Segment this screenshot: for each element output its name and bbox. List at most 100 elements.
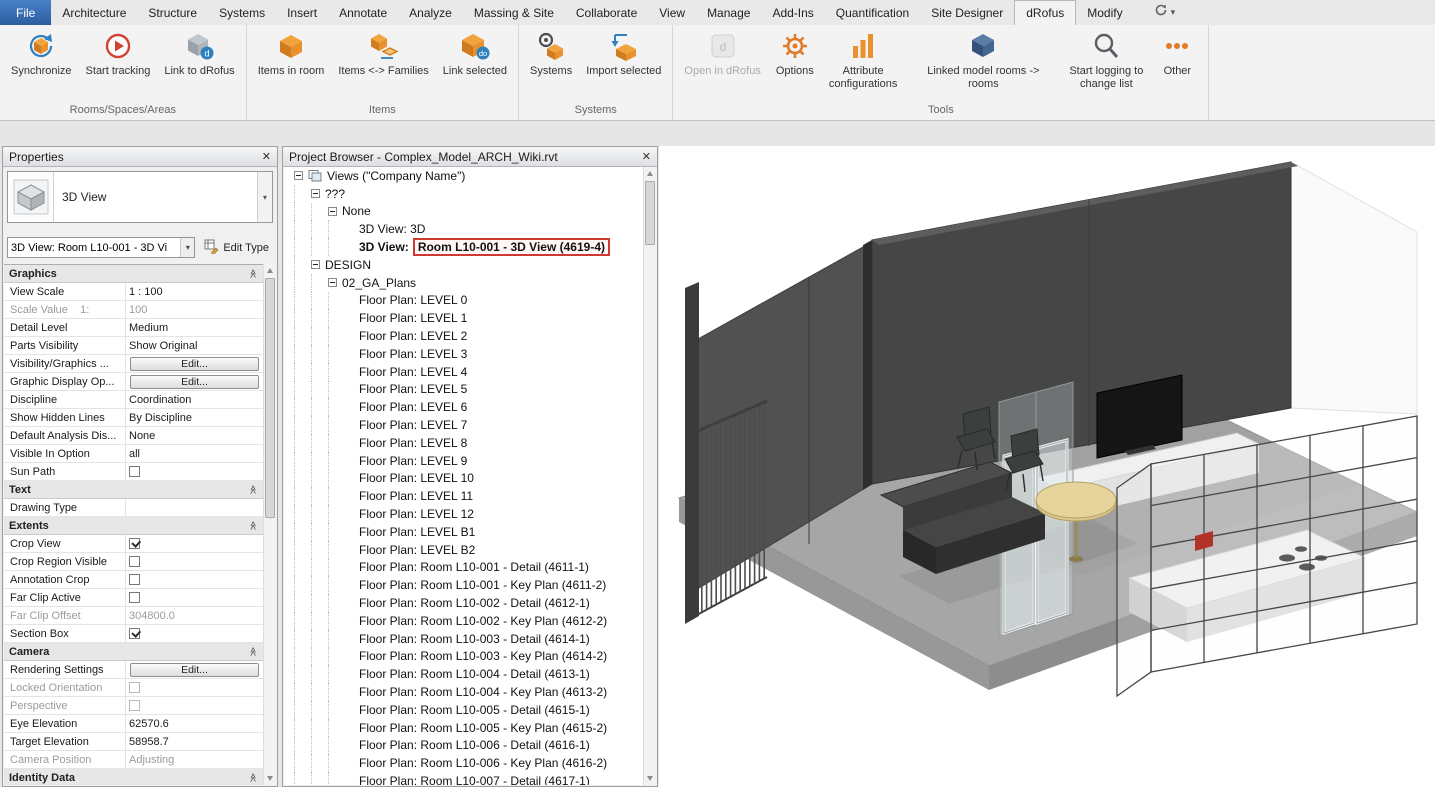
items-families-button[interactable]: Items <-> Families: [331, 28, 435, 80]
start-tracking-button[interactable]: Start tracking: [79, 28, 158, 80]
property-value[interactable]: [126, 499, 263, 516]
ribbon-tab-structure[interactable]: Structure: [137, 0, 208, 25]
start-logging-to-change-list-button[interactable]: Start logging to change list: [1062, 28, 1150, 92]
property-value[interactable]: Show Original: [126, 337, 263, 354]
link-selected-button[interactable]: doLink selected: [436, 28, 514, 80]
scroll-down-arrow[interactable]: [644, 772, 656, 785]
other-button[interactable]: Other: [1150, 28, 1204, 80]
tree-item-design[interactable]: DESIGN: [284, 256, 643, 274]
tree-item-floor-plan-level-10[interactable]: Floor Plan: LEVEL 10: [284, 470, 643, 488]
type-selector-dropdown[interactable]: ▾: [257, 172, 272, 222]
crop-region-visible-checkbox[interactable]: [129, 556, 140, 567]
sun-path-checkbox[interactable]: [129, 466, 140, 477]
tree-item-floor-plan-room-l10-004-detail-4613-1[interactable]: Floor Plan: Room L10-004 - Detail (4613-…: [284, 665, 643, 683]
tree-item-floor-plan-level-8[interactable]: Floor Plan: LEVEL 8: [284, 434, 643, 452]
tree-item-floor-plan-room-l10-004-key-plan-4613-2[interactable]: Floor Plan: Room L10-004 - Key Plan (461…: [284, 683, 643, 701]
property-section-camera[interactable]: Camera≫: [4, 643, 263, 661]
close-icon[interactable]: ✕: [642, 150, 651, 163]
import-selected-button[interactable]: Import selected: [579, 28, 668, 80]
section-box-checkbox[interactable]: [129, 628, 140, 639]
tree-item-02-ga-plans[interactable]: 02_GA_Plans: [284, 274, 643, 292]
tree-item-floor-plan-level-6[interactable]: Floor Plan: LEVEL 6: [284, 398, 643, 416]
ribbon-tab-annotate[interactable]: Annotate: [328, 0, 398, 25]
close-icon[interactable]: ✕: [262, 150, 271, 163]
ribbon-tab-architecture[interactable]: Architecture: [51, 0, 137, 25]
link-to-drofus-button[interactable]: dLink to dRofus: [157, 28, 241, 80]
project-browser-scrollbar[interactable]: [643, 167, 656, 785]
property-value[interactable]: Medium: [126, 319, 263, 336]
crop-view-checkbox[interactable]: [129, 538, 140, 549]
ribbon-tab-insert[interactable]: Insert: [276, 0, 328, 25]
tree-item-floor-plan-level-11[interactable]: Floor Plan: LEVEL 11: [284, 487, 643, 505]
scrollbar-thumb[interactable]: [265, 278, 275, 518]
annotation-crop-checkbox[interactable]: [129, 574, 140, 585]
tree-item-floor-plan-level-3[interactable]: Floor Plan: LEVEL 3: [284, 345, 643, 363]
tree-item-floor-plan-level-0[interactable]: Floor Plan: LEVEL 0: [284, 292, 643, 310]
tree-expander-icon[interactable]: [311, 260, 320, 269]
property-section-identity-data[interactable]: Identity Data≫: [4, 769, 263, 785]
ribbon-tab-file[interactable]: File: [0, 0, 51, 25]
synchronize-button[interactable]: Synchronize: [4, 28, 79, 80]
scroll-up-arrow[interactable]: [644, 167, 656, 180]
tree-item-floor-plan-level-2[interactable]: Floor Plan: LEVEL 2: [284, 327, 643, 345]
ribbon-tab-drofus[interactable]: dRofus: [1014, 0, 1076, 25]
tree-item-floor-plan-level-b1[interactable]: Floor Plan: LEVEL B1: [284, 523, 643, 541]
tree-item-3d-view-3d[interactable]: 3D View: 3D: [284, 220, 643, 238]
tree-item-floor-plan-room-l10-002-detail-4612-1[interactable]: Floor Plan: Room L10-002 - Detail (4612-…: [284, 594, 643, 612]
tree-item-floor-plan-level-b2[interactable]: Floor Plan: LEVEL B2: [284, 541, 643, 559]
tree-item-floor-plan-room-l10-001-detail-4611-1[interactable]: Floor Plan: Room L10-001 - Detail (4611-…: [284, 559, 643, 577]
view-selector-combo[interactable]: 3D View: Room L10-001 - 3D Vi ▾: [7, 237, 195, 258]
tree-item-floor-plan-level-4[interactable]: Floor Plan: LEVEL 4: [284, 363, 643, 381]
tree-item-floor-plan-level-1[interactable]: Floor Plan: LEVEL 1: [284, 309, 643, 327]
tree-item-floor-plan-room-l10-003-detail-4614-1[interactable]: Floor Plan: Room L10-003 - Detail (4614-…: [284, 630, 643, 648]
tree-item-floor-plan-level-12[interactable]: Floor Plan: LEVEL 12: [284, 505, 643, 523]
tree-expander-icon[interactable]: [294, 171, 303, 180]
tree-item-none[interactable]: None: [284, 203, 643, 221]
options-button[interactable]: Options: [768, 28, 822, 80]
property-section-text[interactable]: Text≫: [4, 481, 263, 499]
ribbon-display-toggle[interactable]: ▾: [1148, 0, 1182, 25]
property-value[interactable]: 1 : 100: [126, 283, 263, 300]
property-value[interactable]: None: [126, 427, 263, 444]
type-selector[interactable]: 3D View ▾: [7, 171, 273, 223]
edit-type-button[interactable]: Edit Type: [200, 237, 273, 258]
property-section-extents[interactable]: Extents≫: [4, 517, 263, 535]
tree-item-floor-plan-room-l10-006-detail-4616-1[interactable]: Floor Plan: Room L10-006 - Detail (4616-…: [284, 737, 643, 755]
tree-item-room-l10-001-3d-view-4619-4[interactable]: 3D View:Room L10-001 - 3D View (4619-4): [284, 238, 643, 256]
tree-item-floor-plan-room-l10-007-detail-4617-1[interactable]: Floor Plan: Room L10-007 - Detail (4617-…: [284, 772, 643, 785]
tree-item-views-company-name[interactable]: Views ("Company Name"): [284, 167, 643, 185]
perspective-checkbox[interactable]: [129, 700, 140, 711]
linked-model-rooms-rooms-button[interactable]: Linked model rooms -> rooms: [904, 28, 1062, 92]
ribbon-tab-add-ins[interactable]: Add-Ins: [761, 0, 824, 25]
property-value[interactable]: 58958.7: [126, 733, 263, 750]
tree-item-floor-plan-room-l10-005-detail-4615-1[interactable]: Floor Plan: Room L10-005 - Detail (4615-…: [284, 701, 643, 719]
graphic-display-op-edit-button[interactable]: Edit...: [130, 375, 259, 389]
property-value[interactable]: Coordination: [126, 391, 263, 408]
tree-expander-icon[interactable]: [311, 189, 320, 198]
tree-item-floor-plan-room-l10-005-key-plan-4615-2[interactable]: Floor Plan: Room L10-005 - Key Plan (461…: [284, 719, 643, 737]
systems-button[interactable]: Systems: [523, 28, 579, 80]
properties-scrollbar[interactable]: [263, 264, 276, 785]
rendering-settings-edit-button[interactable]: Edit...: [130, 663, 259, 677]
tree-item-floor-plan-room-l10-001-key-plan-4611-2[interactable]: Floor Plan: Room L10-001 - Key Plan (461…: [284, 576, 643, 594]
tree-item-floor-plan-level-9[interactable]: Floor Plan: LEVEL 9: [284, 452, 643, 470]
property-value[interactable]: 62570.6: [126, 715, 263, 732]
scrollbar-thumb[interactable]: [645, 181, 655, 245]
3d-viewport[interactable]: [659, 146, 1435, 787]
locked-orientation-checkbox[interactable]: [129, 682, 140, 693]
ribbon-tab-massing-site[interactable]: Massing & Site: [463, 0, 565, 25]
tree-expander-icon[interactable]: [328, 207, 337, 216]
ribbon-tab-systems[interactable]: Systems: [208, 0, 276, 25]
tree-item-floor-plan-level-7[interactable]: Floor Plan: LEVEL 7: [284, 416, 643, 434]
ribbon-tab-site-designer[interactable]: Site Designer: [920, 0, 1014, 25]
property-section-graphics[interactable]: Graphics≫: [4, 265, 263, 283]
tree-item-floor-plan-room-l10-006-key-plan-4616-2[interactable]: Floor Plan: Room L10-006 - Key Plan (461…: [284, 754, 643, 772]
property-value[interactable]: By Discipline: [126, 409, 263, 426]
attribute-configurations-button[interactable]: Attribute configurations: [822, 28, 905, 92]
far-clip-active-checkbox[interactable]: [129, 592, 140, 603]
ribbon-tab-manage[interactable]: Manage: [696, 0, 761, 25]
items-in-room-button[interactable]: Items in room: [251, 28, 332, 80]
tree-expander-icon[interactable]: [328, 278, 337, 287]
ribbon-tab-view[interactable]: View: [648, 0, 696, 25]
tree-item-floor-plan-room-l10-003-key-plan-4614-2[interactable]: Floor Plan: Room L10-003 - Key Plan (461…: [284, 648, 643, 666]
